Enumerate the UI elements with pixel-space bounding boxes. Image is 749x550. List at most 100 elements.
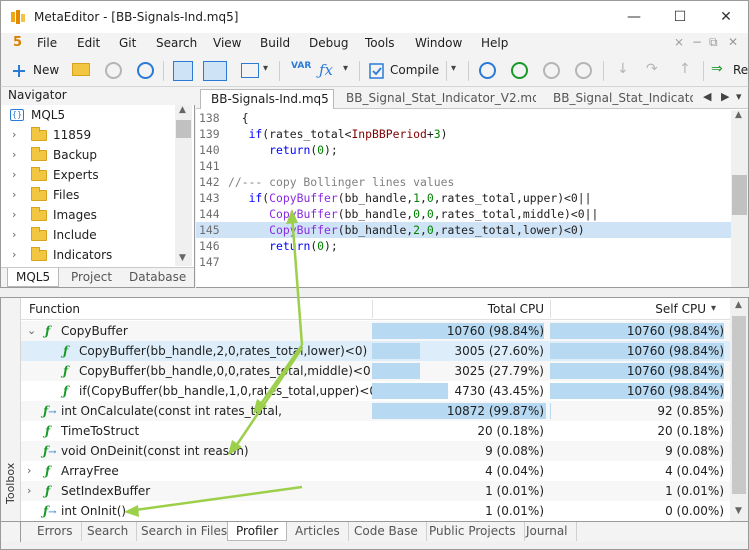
tab-profiler[interactable]: Profiler <box>227 522 288 541</box>
minimize-button[interactable]: — <box>611 1 657 33</box>
menu-window[interactable]: Window <box>415 36 462 50</box>
new-button[interactable]: New <box>33 63 59 77</box>
scroll-thumb[interactable] <box>176 120 191 138</box>
chevron-right-icon[interactable]: › <box>12 145 16 165</box>
chevron-right-icon[interactable]: › <box>12 225 16 245</box>
menu-help[interactable]: Help <box>481 36 508 50</box>
scroll-up-icon[interactable]: ▲ <box>735 300 742 310</box>
profiler-row[interactable]: ƒ TimeToStruct 20 (0.18%) 20 (0.18%) <box>21 421 730 441</box>
tabs-menu-icon[interactable]: ▾ <box>736 90 742 103</box>
code-line[interactable]: 139 if(rates_total<InpBBPeriod+3) <box>196 126 731 142</box>
menu-view[interactable]: View <box>213 36 241 50</box>
chevron-right-icon[interactable]: › <box>12 125 16 145</box>
editor-scrollbar[interactable]: ▲ <box>731 110 748 287</box>
tab-articles[interactable]: Articles <box>287 522 349 541</box>
menu-edit[interactable]: Edit <box>77 36 100 50</box>
column-self-cpu[interactable]: Self CPU <box>550 298 706 320</box>
navigator-item-include[interactable]: › Include <box>1 225 177 245</box>
menu-build[interactable]: Build <box>260 36 290 50</box>
code-line[interactable]: 147 <box>196 254 731 270</box>
tab-errors[interactable]: Errors <box>29 522 82 541</box>
start-debug-icon[interactable] <box>511 62 528 79</box>
tab-journal[interactable]: Journal <box>518 522 577 541</box>
code-line[interactable]: 142 //--- copy Bollinger lines values <box>196 174 731 190</box>
back-icon[interactable] <box>105 62 122 79</box>
chevron-right-icon[interactable]: › <box>27 481 31 501</box>
close-button[interactable]: ✕ <box>703 1 749 33</box>
code-line[interactable]: 144 CopyBuffer(bb_handle,0,0,rates_total… <box>196 206 731 222</box>
tab-code-base[interactable]: Code Base <box>346 522 427 541</box>
chevron-down-icon[interactable]: ⌄ <box>27 321 36 341</box>
menu-file[interactable]: File <box>37 36 57 50</box>
chevron-right-icon[interactable]: › <box>27 461 31 481</box>
code-line[interactable]: 146 return(0); <box>196 238 731 254</box>
navigator-scrollbar[interactable]: ▲ ▼ <box>175 105 192 266</box>
tab-search[interactable]: Search <box>79 522 138 541</box>
stop-icon[interactable] <box>575 62 592 79</box>
profiler-row[interactable]: ƒ CopyBuffer(bb_handle,2,0,rates_total,lo… <box>21 341 730 361</box>
chevron-down-icon[interactable]: ▾ <box>263 63 268 74</box>
scroll-thumb[interactable] <box>732 175 747 215</box>
start-profiling-icon[interactable] <box>479 62 496 79</box>
code-line[interactable]: 138 { <box>196 110 731 126</box>
step-out-icon[interactable]: ↑ <box>679 61 691 77</box>
code-line[interactable]: 140 return(0); <box>196 142 731 158</box>
chevron-right-icon[interactable]: › <box>12 245 16 265</box>
styler-icon[interactable] <box>241 63 259 78</box>
tabs-scroll-left-icon[interactable]: ◀ <box>703 90 711 103</box>
step-over-icon[interactable]: ↷ <box>646 61 658 77</box>
tab-project[interactable]: Project <box>63 268 120 287</box>
profiler-scrollbar[interactable]: ▲ ▼ <box>730 298 748 521</box>
menu-git[interactable]: Git <box>119 36 136 50</box>
pause-icon[interactable] <box>543 62 560 79</box>
tab-bb-signal-stat-v2[interactable]: BB_Signal_Stat_Indicator_V2.mq5 <box>336 89 536 109</box>
navigator-toggle-icon[interactable] <box>173 61 193 81</box>
chevron-down-icon[interactable]: ▾ <box>451 63 456 74</box>
tabs-scroll-right-icon[interactable]: ▶ <box>721 90 729 103</box>
profiler-row[interactable]: ƒ CopyBuffer(bb_handle,0,0,rates_total,mi… <box>21 361 730 381</box>
mdi-restore-icon[interactable]: ⧉ <box>709 35 718 50</box>
column-function[interactable]: Function <box>29 298 80 320</box>
menu-debug[interactable]: Debug <box>309 36 348 50</box>
chevron-right-icon[interactable]: › <box>12 185 16 205</box>
scroll-up-icon[interactable]: ▲ <box>179 105 186 115</box>
profiler-row[interactable]: ƒ if(CopyBuffer(bb_handle,1,0,rates_total… <box>21 381 730 401</box>
profiler-row[interactable]: ƒ→ int OnInit() 1 (0.01%) 0 (0.00%) <box>21 501 730 521</box>
navigator-item-experts[interactable]: › Experts <box>1 165 177 185</box>
tab-bb-signal-stat-d[interactable]: BB_Signal_Stat_Indicator_D <box>543 89 693 109</box>
maximize-button[interactable]: ☐ <box>657 1 703 33</box>
chevron-down-icon[interactable]: ▾ <box>343 63 348 74</box>
step-into-icon[interactable]: ↓ <box>617 61 629 77</box>
menu-tools[interactable]: Tools <box>365 36 395 50</box>
tab-bb-signals-ind[interactable]: BB-Signals-Ind.mq5✕ <box>200 89 334 109</box>
navigator-item-11859[interactable]: › 11859 <box>1 125 177 145</box>
open-folder-icon[interactable] <box>72 63 90 76</box>
column-total-cpu[interactable]: Total CPU <box>372 298 544 320</box>
chevron-right-icon[interactable]: › <box>12 165 16 185</box>
navigator-item-files[interactable]: › Files <box>1 185 177 205</box>
tab-database[interactable]: Database <box>121 268 194 287</box>
scroll-thumb[interactable] <box>732 316 746 494</box>
compile-button[interactable]: Compile <box>390 63 439 77</box>
navigator-root-mql5[interactable]: {} MQL5 <box>1 105 177 125</box>
navigator-item-backup[interactable]: › Backup <box>1 145 177 165</box>
download-icon[interactable] <box>137 62 154 79</box>
tab-public-projects[interactable]: Public Projects <box>421 522 525 541</box>
variable-icon[interactable]: VAR <box>291 61 311 71</box>
mdi-minimize-icon[interactable]: − <box>692 35 702 49</box>
code-line[interactable]: 143 if(CopyBuffer(bb_handle,1,0,rates_to… <box>196 190 731 206</box>
navigator-item-indicators[interactable]: › Indicators <box>1 245 177 265</box>
mdi-close-icon[interactable]: ✕ <box>728 35 738 49</box>
tab-mql5[interactable]: MQL5 <box>7 268 60 287</box>
mdi-pin-icon[interactable]: ⨯ <box>674 35 684 49</box>
profiler-row[interactable]: ƒ→ int OnCalculate(const int rates_total,… <box>21 401 730 421</box>
function-list-icon[interactable]: ƒx <box>319 61 333 79</box>
toolbox-toggle-icon[interactable] <box>203 61 227 81</box>
real-data-icon[interactable]: ⇒ <box>711 61 723 77</box>
menu-search[interactable]: Search <box>156 36 197 50</box>
sort-desc-icon[interactable]: ▾ <box>711 298 716 320</box>
navigator-item-images[interactable]: › Images <box>1 205 177 225</box>
profiler-row[interactable]: › ƒ ArrayFree 4 (0.04%) 4 (0.04%) <box>21 461 730 481</box>
scroll-down-icon[interactable]: ▼ <box>179 253 186 263</box>
chevron-right-icon[interactable]: › <box>12 205 16 225</box>
